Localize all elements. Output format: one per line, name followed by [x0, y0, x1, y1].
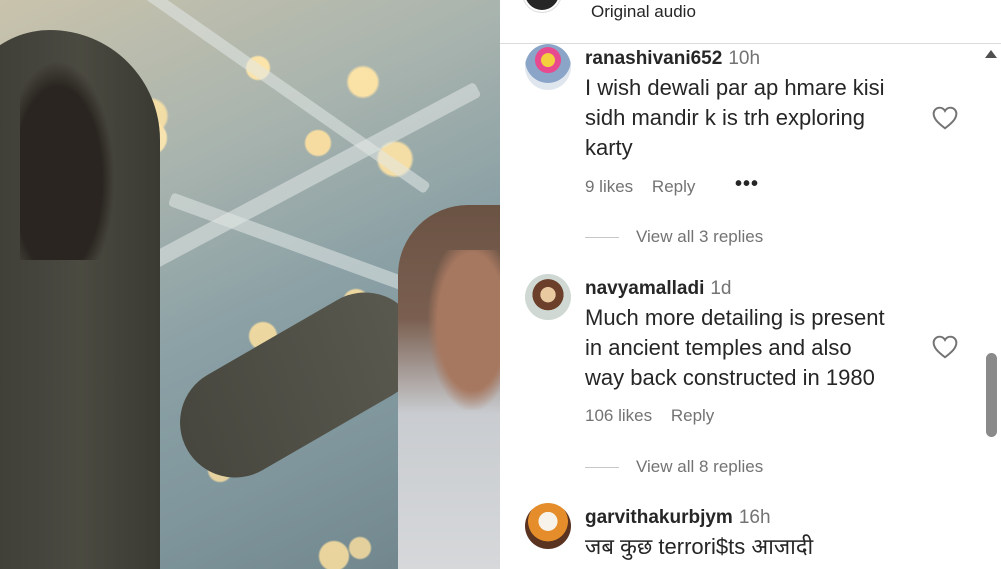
commenter-avatar[interactable] — [525, 44, 571, 90]
post-header: Original audio — [500, 0, 1001, 44]
comment-time[interactable]: 1d — [710, 278, 731, 299]
comment-text: Much more detailing is present in ancien… — [585, 303, 920, 393]
original-audio-link[interactable]: Original audio — [591, 2, 696, 22]
comment-text: I wish dewali par ap hmare kisi sidh man… — [585, 73, 920, 163]
comment-text: जब कुछ terrori$ts आजादी — [585, 532, 920, 562]
like-count[interactable]: 106 likes — [585, 406, 652, 425]
commenter-avatar[interactable] — [525, 274, 571, 320]
comment-meta: 9 likes Reply — [585, 177, 709, 197]
heart-outline-icon[interactable] — [932, 106, 958, 130]
comment-text-line: karty — [585, 135, 633, 160]
comment-text-line: जब कुछ terrori$ts आजादी — [585, 534, 814, 559]
woman-face — [428, 250, 500, 410]
man-beard — [20, 60, 115, 260]
comment-header: navyamalladi 1d — [585, 278, 731, 300]
reply-button[interactable]: Reply — [671, 406, 714, 425]
comment-time[interactable]: 10h — [728, 48, 760, 69]
replies-divider — [585, 467, 619, 469]
comment-text-line: Much more detailing is present — [585, 305, 885, 330]
comment-meta: 106 likes Reply — [585, 406, 728, 426]
comment-username[interactable]: ranashivani652 — [585, 48, 722, 69]
heart-outline-icon[interactable] — [932, 335, 958, 359]
reel-video[interactable] — [0, 0, 500, 569]
view-replies-button[interactable]: View all 3 replies — [585, 227, 763, 247]
view-replies-label[interactable]: View all 3 replies — [636, 227, 763, 246]
scrollbar-thumb[interactable] — [986, 353, 997, 437]
comment-username[interactable]: navyamalladi — [585, 278, 704, 299]
comment-time[interactable]: 16h — [739, 507, 771, 528]
view-replies-label[interactable]: View all 8 replies — [636, 457, 763, 476]
ceiling-beam — [129, 0, 431, 195]
comment-header: ranashivani652 10h — [585, 48, 760, 70]
like-count[interactable]: 9 likes — [585, 177, 633, 196]
comment-text-line: way back constructed in 1980 — [585, 365, 875, 390]
comment-username[interactable]: garvithakurbjym — [585, 507, 733, 528]
more-options-icon[interactable]: ••• — [735, 173, 759, 196]
reply-button[interactable]: Reply — [652, 177, 695, 196]
comment-text-line: sidh mandir k is trh exploring — [585, 105, 866, 130]
view-replies-button[interactable]: View all 8 replies — [585, 457, 763, 477]
scroll-up-arrow-icon[interactable] — [985, 50, 997, 58]
author-avatar[interactable] — [523, 0, 561, 12]
comments-panel[interactable]: Original audio ranashivani652 10h I wish … — [500, 0, 1001, 569]
comment-text-line: I wish dewali par ap hmare kisi — [585, 75, 885, 100]
commenter-avatar[interactable] — [525, 503, 571, 549]
comment-text-line: in ancient temples and also — [585, 335, 852, 360]
replies-divider — [585, 237, 619, 239]
comment-header: garvithakurbjym 16h — [585, 507, 771, 529]
